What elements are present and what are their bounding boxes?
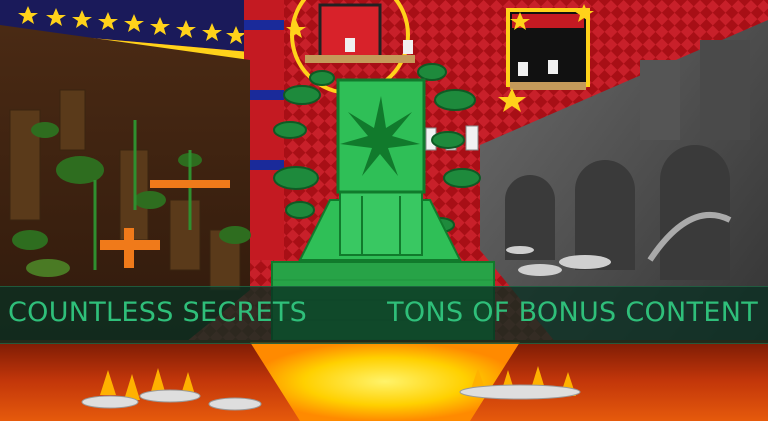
lava-floor	[0, 340, 768, 421]
game-scene-artwork	[0, 0, 768, 421]
caption-bonus-content: TONS OF BONUS CONTENT	[387, 297, 758, 328]
game-promo-screen: COUNTLESS SECRETS TONS OF BONUS CONTENT	[0, 0, 768, 421]
caption-countless-secrets: COUNTLESS SECRETS	[8, 297, 308, 328]
